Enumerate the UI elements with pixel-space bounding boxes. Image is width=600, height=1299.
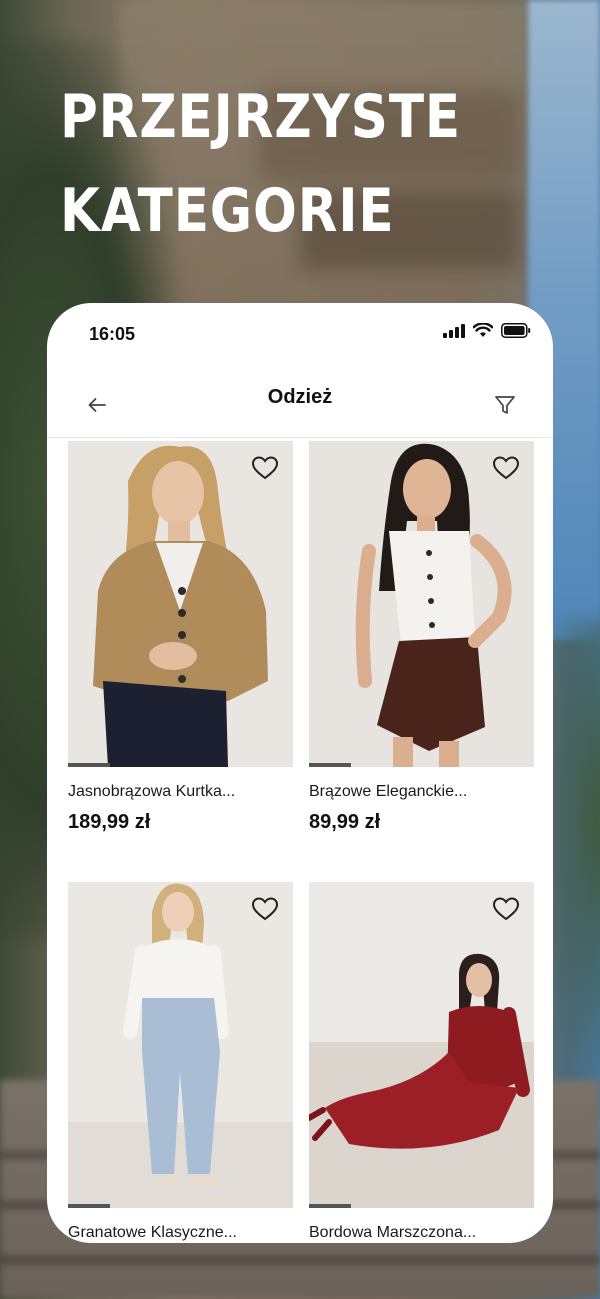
headline-line-1: PRZEJRZYSTE [60, 82, 462, 152]
product-image[interactable] [68, 882, 293, 1208]
product-card[interactable]: Granatowe Klasyczne... [68, 882, 293, 1243]
status-time: 16:05 [89, 324, 136, 344]
product-card[interactable]: Brązowe Eleganckie... 89,99 zł [309, 441, 534, 834]
product-price: 189,99 zł [68, 811, 151, 833]
image-pagination-indicator [309, 763, 351, 767]
phone-screen: 16:05 Odzież Jasnobrązowa Kurtka... 189,… [47, 303, 553, 1243]
heart-icon[interactable] [251, 455, 279, 481]
filter-icon [495, 396, 515, 414]
model-photo [68, 882, 293, 1208]
page-title: Odzież [267, 386, 333, 408]
status-bar: 16:05 [47, 303, 553, 365]
battery-icon [501, 323, 531, 338]
product-card[interactable]: Jasnobrązowa Kurtka... 189,99 zł [68, 441, 293, 834]
filter-button[interactable] [485, 385, 525, 425]
product-image[interactable] [68, 441, 293, 767]
product-name[interactable]: Granatowe Klasyczne... [68, 1224, 293, 1242]
model-photo [309, 441, 534, 767]
product-card[interactable]: Bordowa Marszczona... [309, 882, 534, 1243]
product-image[interactable] [309, 882, 534, 1208]
product-price: 89,99 zł [309, 811, 381, 833]
model-photo [309, 882, 534, 1208]
heart-icon[interactable] [251, 896, 279, 922]
heart-icon[interactable] [492, 455, 520, 481]
image-pagination-indicator [309, 1204, 351, 1208]
product-name[interactable]: Bordowa Marszczona... [309, 1224, 534, 1242]
image-pagination-indicator [68, 1204, 110, 1208]
top-navigation-bar: Odzież [47, 365, 553, 438]
product-name[interactable]: Jasnobrązowa Kurtka... [68, 783, 293, 801]
model-photo [68, 441, 293, 767]
image-pagination-indicator [68, 763, 110, 767]
headline-line-2: KATEGORIE [60, 176, 395, 246]
heart-icon[interactable] [492, 896, 520, 922]
product-image[interactable] [309, 441, 534, 767]
wifi-icon [473, 323, 493, 337]
promo-headline: PRZEJRZYSTE KATEGORIE [60, 70, 461, 258]
product-name[interactable]: Brązowe Eleganckie... [309, 783, 534, 801]
signal-icon [443, 323, 465, 338]
